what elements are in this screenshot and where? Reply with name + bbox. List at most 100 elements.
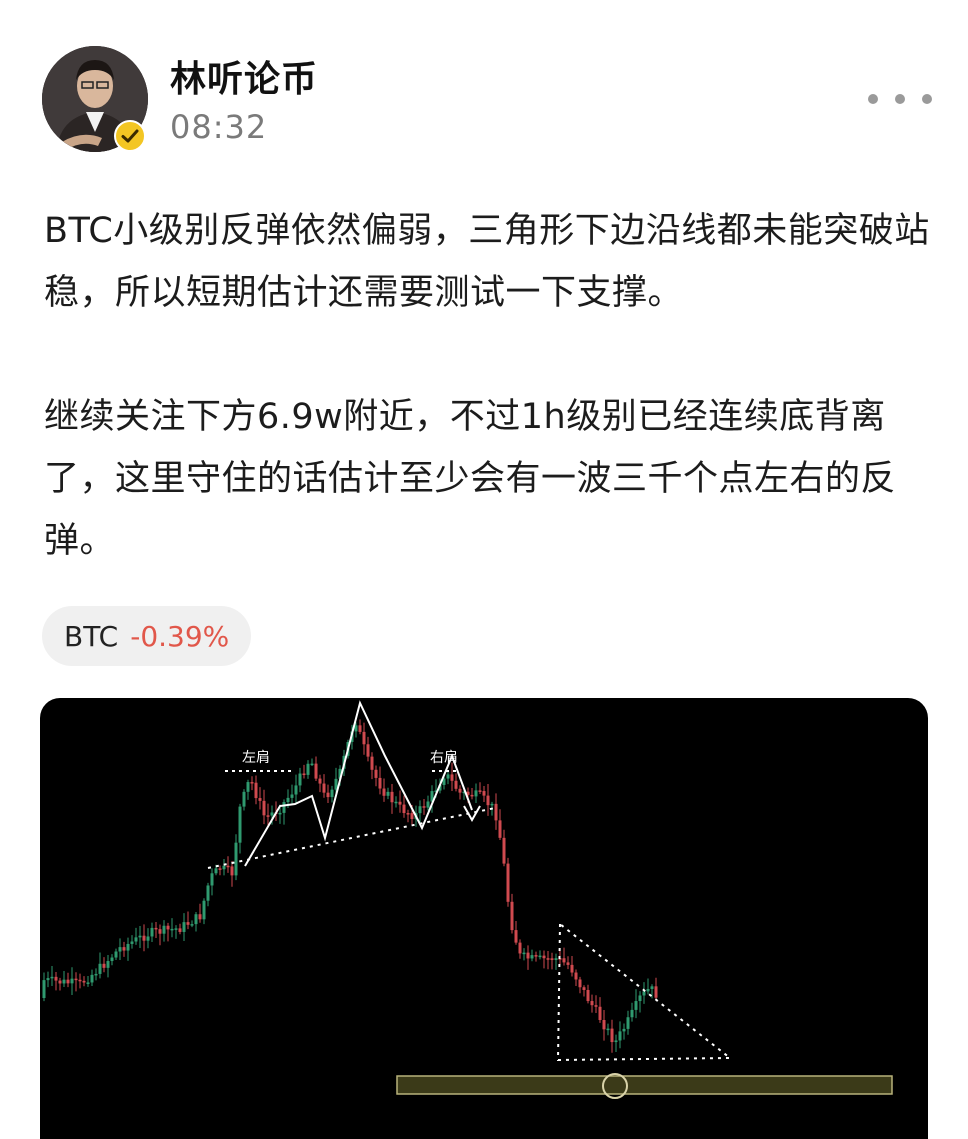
candle-body: [330, 789, 334, 798]
candle-body: [58, 980, 62, 984]
candle-body: [582, 987, 586, 990]
post-body: BTC小级别反弹依然偏弱，三角形下边沿线都未能突破站稳，所以短期估计还需要测试一…: [44, 200, 934, 572]
ticker-symbol: BTC: [64, 619, 119, 653]
candle-body: [550, 958, 554, 961]
candle-body: [70, 978, 74, 984]
candle-body: [326, 792, 330, 798]
candlestick-chart: 左肩 右肩: [42, 700, 893, 1099]
candle-body: [226, 865, 230, 868]
candle-body: [122, 947, 126, 951]
candle-body: [294, 785, 298, 795]
candle-body: [398, 801, 402, 805]
candle-body: [382, 788, 386, 796]
candle-body: [534, 955, 538, 957]
post-paragraph-1: BTC小级别反弹依然偏弱，三角形下边沿线都未能突破站稳，所以短期估计还需要测试一…: [44, 211, 930, 313]
candle-body: [230, 866, 234, 876]
candle-body: [522, 952, 526, 955]
candle-body: [610, 1028, 614, 1043]
candle-body: [250, 782, 254, 784]
candle-body: [546, 958, 550, 960]
candle-body: [586, 989, 590, 1002]
neckline: [207, 807, 496, 869]
candle-body: [210, 873, 214, 886]
candle-body: [618, 1031, 622, 1041]
candle-body: [222, 865, 226, 870]
candle-body: [170, 928, 174, 931]
candle-body: [178, 928, 182, 932]
candle-body: [318, 778, 322, 784]
candle-body: [526, 952, 530, 959]
candle-body: [110, 957, 114, 962]
candle-body: [418, 806, 422, 814]
candle-body: [606, 1028, 610, 1031]
candle-body: [642, 991, 646, 996]
candle-body: [370, 756, 374, 770]
candle-body: [530, 955, 534, 959]
candles-layer: [42, 719, 658, 1053]
candle-body: [402, 804, 406, 814]
candle-body: [190, 924, 194, 926]
candle-body: [54, 976, 58, 981]
candle-body: [238, 806, 242, 843]
candle-body: [510, 901, 514, 931]
post-paragraph-2: 继续关注下方6.9w附近，不过1h级别已经连续底背离了，这里守住的话估计至少会有…: [44, 397, 897, 561]
candle-body: [378, 777, 382, 789]
author-name[interactable]: 林听论币: [170, 50, 318, 102]
candle-body: [134, 937, 138, 942]
candle-body: [362, 731, 366, 745]
candle-body: [46, 978, 50, 981]
candle-body: [614, 1040, 618, 1043]
left-shoulder-label: 左肩: [242, 750, 270, 766]
candle-body: [446, 774, 450, 779]
candle-body: [386, 791, 390, 796]
post-time: 08:32: [170, 108, 268, 146]
candle-body: [314, 763, 318, 779]
candle-body: [286, 797, 290, 803]
candle-body: [578, 979, 582, 988]
candle-body: [246, 782, 250, 792]
candle-body: [130, 941, 134, 944]
candle-body: [470, 794, 474, 797]
candle-body: [630, 1009, 634, 1018]
candle-body: [206, 885, 210, 901]
candle-body: [66, 979, 70, 984]
candle-body: [266, 815, 270, 817]
candle-body: [426, 801, 430, 808]
candle-body: [514, 930, 518, 943]
ticker-change: -0.39%: [130, 619, 230, 653]
candle-body: [422, 806, 426, 808]
candle-body: [598, 1006, 602, 1021]
candle-body: [214, 868, 218, 874]
more-horizontal-icon[interactable]: [868, 82, 932, 116]
candle-body: [538, 955, 542, 958]
candle-body: [394, 801, 398, 804]
candle-body: [158, 929, 162, 934]
candle-body: [562, 958, 566, 963]
candle-body: [114, 951, 118, 958]
candle-body: [310, 763, 314, 766]
candle-body: [90, 974, 94, 983]
candle-body: [502, 837, 506, 864]
candle-body: [406, 813, 410, 815]
candle-body: [390, 791, 394, 803]
support-zone: [396, 1075, 893, 1095]
candle-body: [254, 782, 258, 799]
candle-body: [622, 1028, 626, 1032]
post-header: 林听论币 08:32: [0, 0, 968, 170]
candle-body: [454, 780, 458, 789]
ticker-chip[interactable]: BTC -0.39%: [42, 606, 252, 666]
candle-body: [322, 783, 326, 793]
chart-image[interactable]: 左肩 右肩: [40, 698, 928, 1139]
candle-body: [570, 964, 574, 973]
candle-body: [566, 962, 570, 965]
candle-body: [162, 925, 166, 934]
candle-body: [118, 947, 122, 952]
candle-body: [646, 988, 650, 992]
candle-body: [450, 774, 454, 781]
candle-body: [234, 842, 238, 876]
candle-body: [166, 925, 170, 930]
candle-body: [654, 986, 658, 998]
candle-body: [202, 900, 206, 920]
candle-body: [626, 1017, 630, 1029]
candle-body: [78, 979, 82, 982]
